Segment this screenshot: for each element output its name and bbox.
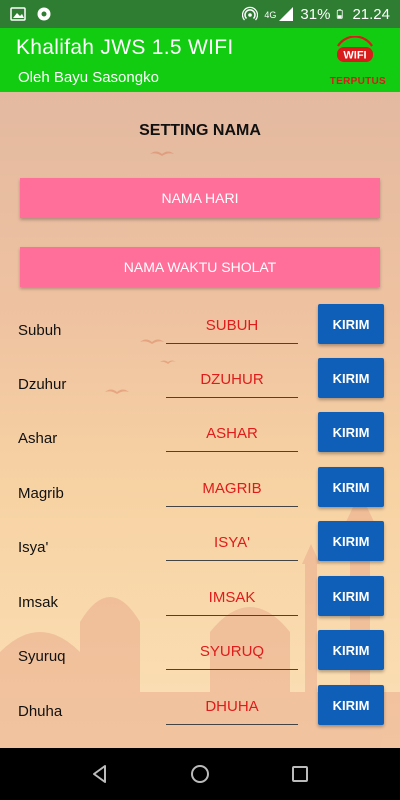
image-icon [10, 7, 26, 21]
app-subtitle: Oleh Bayu Sasongko [18, 69, 159, 86]
row-label: Dzuhur [18, 376, 67, 393]
wifi-badge-label: WIFI [343, 50, 366, 62]
name-input-imsak[interactable]: IMSAK [166, 584, 298, 616]
network-type: 4G [264, 9, 277, 20]
name-row-imsak: Imsak IMSAK KIRIM [0, 576, 400, 624]
row-label: Subuh [18, 322, 62, 339]
status-bar: 4G 31% 21.24 [0, 0, 400, 28]
day-names-button[interactable]: NAMA HARI [20, 178, 380, 218]
battery-icon [337, 9, 344, 19]
send-button-dzuhur[interactable]: KIRIM [318, 358, 384, 398]
navigation-bar [0, 748, 400, 800]
row-label: Ashar [18, 430, 58, 447]
clock: 21.24 [352, 5, 390, 23]
name-input-isya[interactable]: ISYA' [166, 529, 298, 561]
send-button-subuh[interactable]: KIRIM [318, 304, 384, 344]
hotspot-icon [242, 6, 259, 21]
send-button-dhuha[interactable]: KIRIM [318, 685, 384, 725]
name-row-magrib: Magrib MAGRIB KIRIM [0, 467, 400, 515]
name-row-dhuha: Dhuha DHUHA KIRIM [0, 685, 400, 733]
prayer-names-button[interactable]: NAMA WAKTU SHOLAT [20, 247, 380, 287]
settings-icon [37, 7, 51, 21]
name-input-ashar[interactable]: ASHAR [166, 420, 298, 452]
row-label: Imsak [18, 594, 59, 611]
main-content: SETTING NAMA NAMA HARI NAMA WAKTU SHOLAT… [0, 92, 400, 748]
wifi-status: TERPUTUS [329, 76, 386, 87]
name-input-dhuha[interactable]: DHUHA [166, 693, 298, 725]
name-input-syuruq[interactable]: SYURUQ [166, 638, 298, 670]
back-icon[interactable] [88, 762, 112, 786]
battery-percent: 31% [300, 5, 331, 23]
row-label: Syuruq [18, 648, 66, 665]
send-button-isya[interactable]: KIRIM [318, 521, 384, 561]
name-row-syuruq: Syuruq SYURUQ KIRIM [0, 630, 400, 678]
name-row-ashar: Ashar ASHAR KIRIM [0, 412, 400, 460]
name-row-isya: Isya' ISYA' KIRIM [0, 521, 400, 569]
name-input-subuh[interactable]: SUBUH [166, 312, 298, 344]
home-icon[interactable] [188, 762, 212, 786]
send-button-syuruq[interactable]: KIRIM [318, 630, 384, 670]
signal-icon [279, 7, 294, 21]
name-input-magrib[interactable]: MAGRIB [166, 475, 298, 507]
name-row-dzuhur: Dzuhur DZUHUR KIRIM [0, 358, 400, 406]
name-input-dzuhur[interactable]: DZUHUR [166, 366, 298, 398]
row-label: Isya' [18, 539, 49, 556]
name-row-subuh: Subuh SUBUH KIRIM [0, 304, 400, 352]
app-title: Khalifah JWS 1.5 WIFI [16, 36, 234, 59]
send-button-ashar[interactable]: KIRIM [318, 412, 384, 452]
row-label: Magrib [18, 485, 64, 502]
row-label: Dhuha [18, 703, 63, 720]
send-button-imsak[interactable]: KIRIM [318, 576, 384, 616]
page-title: SETTING NAMA [139, 122, 261, 139]
app-bar: Khalifah JWS 1.5 WIFI Oleh Bayu Sasongko… [0, 28, 400, 92]
send-button-magrib[interactable]: KIRIM [318, 467, 384, 507]
wifi-badge-icon: WIFI [337, 36, 373, 62]
recents-icon[interactable] [288, 762, 312, 786]
